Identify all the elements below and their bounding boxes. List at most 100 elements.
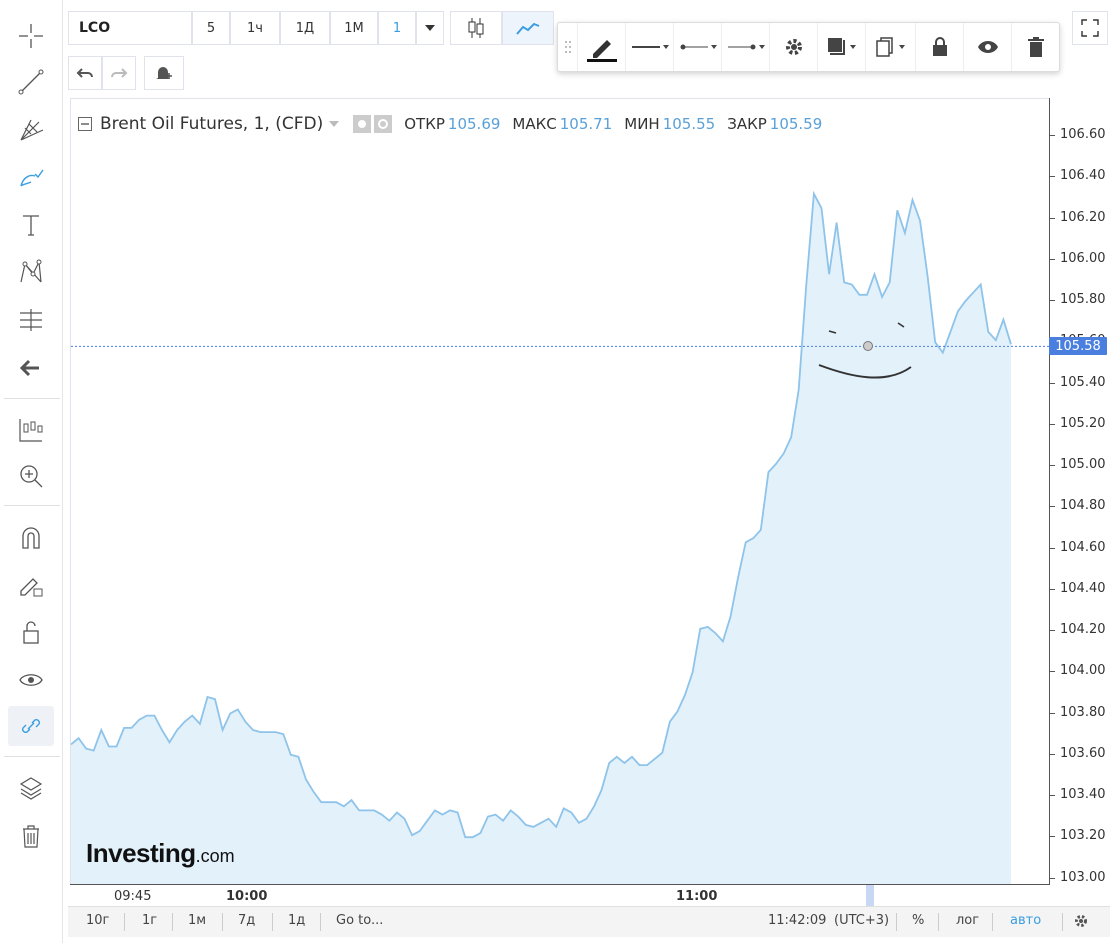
line-start-style-button[interactable]: [674, 23, 722, 71]
crosshair-tool-icon[interactable]: [8, 16, 54, 56]
area-chart-icon: [516, 22, 540, 35]
trend-line-tool-icon[interactable]: [8, 62, 54, 102]
clone-icon: [875, 37, 905, 57]
collapse-legend-icon[interactable]: [78, 117, 92, 131]
alert-button[interactable]: [144, 56, 184, 90]
layers-icon[interactable]: [8, 768, 54, 808]
price-axis[interactable]: 106.60106.40106.20106.00105.80105.60105.…: [1049, 98, 1112, 885]
bell-plus-icon: [156, 67, 172, 79]
undo-button[interactable]: [68, 56, 102, 90]
gear-icon: [785, 39, 802, 55]
timezone-button[interactable]: (UTC+3): [834, 913, 889, 928]
visual-order-button[interactable]: [818, 23, 866, 71]
auto-scale-button[interactable]: авто: [1010, 913, 1041, 928]
price-axis-label: 103.80: [1060, 704, 1106, 720]
price-axis-tick: [1050, 423, 1055, 425]
area-chart-button[interactable]: [502, 11, 554, 45]
series-dropdown-icon[interactable]: [329, 121, 340, 127]
link-icon[interactable]: [8, 706, 54, 746]
price-axis-tick: [1050, 877, 1055, 879]
line-width-icon: [631, 45, 669, 49]
text-tool-icon[interactable]: [8, 205, 54, 245]
prediction-tool-icon[interactable]: [8, 300, 54, 340]
open-value: 105.69: [447, 115, 501, 133]
price-chart[interactable]: [71, 99, 1051, 885]
open-label: ОТКР: [404, 115, 445, 133]
price-axis-label: 103.40: [1060, 787, 1106, 802]
chart-type-icon[interactable]: [8, 410, 54, 450]
line-color-button[interactable]: [578, 23, 626, 71]
fullscreen-icon: [1081, 19, 1099, 37]
line-start-icon: [680, 44, 717, 50]
lock-drawings-pencil-icon[interactable]: [8, 565, 54, 605]
price-axis-tick: [1050, 671, 1055, 673]
interval-dropdown-button[interactable]: [416, 11, 444, 45]
drawing-anchor-handle[interactable]: [863, 341, 873, 351]
investing-logo: Investing.com: [86, 838, 235, 868]
symbol-search[interactable]: LCO: [68, 11, 192, 45]
close-value: 105.59: [769, 115, 823, 133]
trash-icon[interactable]: [8, 816, 54, 856]
line-end-icon: [727, 44, 765, 50]
range-1d-button[interactable]: 1д: [288, 913, 305, 928]
range-7d-button[interactable]: 7д: [238, 913, 255, 928]
range-1m-button[interactable]: 1м: [188, 913, 206, 928]
clone-button[interactable]: [866, 23, 916, 71]
clock: 11:42:09: [768, 913, 827, 928]
price-area-fill: [71, 193, 1011, 885]
price-axis-label: 106.20: [1060, 209, 1106, 225]
log-scale-button[interactable]: лог: [956, 913, 979, 928]
high-value: 105.71: [559, 115, 613, 133]
price-axis-label: 104.80: [1060, 498, 1106, 514]
chart-pane[interactable]: [70, 98, 1051, 885]
percent-scale-button[interactable]: %: [912, 913, 924, 928]
line-width-button[interactable]: [626, 23, 674, 71]
undo-icon: [76, 68, 93, 78]
lock-drawing-button[interactable]: [916, 23, 964, 71]
interval-1d-button[interactable]: 1Д: [280, 11, 330, 45]
drag-handle-icon[interactable]: [558, 23, 578, 71]
hide-drawing-button[interactable]: [964, 23, 1012, 71]
unlock-icon[interactable]: [8, 612, 54, 652]
go-to-button[interactable]: Go to...: [336, 913, 383, 928]
pattern-tool-icon[interactable]: [8, 252, 54, 292]
close-label: ЗАКР: [727, 115, 767, 133]
interval-5-button[interactable]: 5: [192, 11, 230, 45]
candles-button[interactable]: [450, 11, 502, 45]
eye-icon[interactable]: [8, 660, 54, 700]
zoom-in-icon[interactable]: [8, 456, 54, 496]
chart-settings-gear-icon[interactable]: [1073, 913, 1089, 929]
series-settings-icon[interactable]: [374, 115, 393, 133]
price-axis-tick: [1050, 217, 1055, 219]
series-title[interactable]: Brent Oil Futures, 1, (CFD): [100, 114, 323, 134]
range-10y-button[interactable]: 10г: [86, 913, 109, 928]
price-axis-label: 103.60: [1060, 745, 1106, 761]
current-price-label: 105.58: [1049, 337, 1107, 355]
price-axis-tick: [1050, 836, 1055, 838]
price-axis-label: 105.80: [1060, 292, 1106, 307]
time-label-1000: 10:00: [226, 889, 268, 904]
settings-button[interactable]: [770, 23, 818, 71]
redo-button[interactable]: [102, 56, 136, 90]
magnet-icon[interactable]: [8, 518, 54, 558]
hide-toolbar-arrow-icon[interactable]: [8, 348, 54, 388]
price-axis-tick: [1050, 300, 1055, 301]
price-axis-tick: [1050, 135, 1055, 136]
fullscreen-button[interactable]: [1072, 11, 1108, 45]
visibility-toggle-icon[interactable]: [353, 115, 372, 133]
price-axis-label: 106.00: [1060, 250, 1106, 266]
remove-drawing-button[interactable]: [1012, 23, 1060, 71]
gann-fan-tool-icon[interactable]: [8, 110, 54, 150]
symbol-label: LCO: [79, 20, 111, 36]
interval-1-button[interactable]: 1: [378, 11, 416, 45]
price-axis-label: 105.40: [1060, 374, 1106, 390]
line-end-style-button[interactable]: [722, 23, 770, 71]
interval-1m-button[interactable]: 1М: [330, 11, 378, 45]
price-axis-tick: [1050, 506, 1055, 508]
interval-1h-button[interactable]: 1ч: [230, 11, 280, 45]
price-axis-label: 103.20: [1060, 828, 1106, 844]
price-axis-tick: [1050, 258, 1055, 260]
range-1y-button[interactable]: 1г: [142, 913, 157, 928]
brush-tool-icon[interactable]: [8, 158, 54, 198]
time-axis[interactable]: 09:45 10:00 11:00: [70, 884, 1050, 907]
